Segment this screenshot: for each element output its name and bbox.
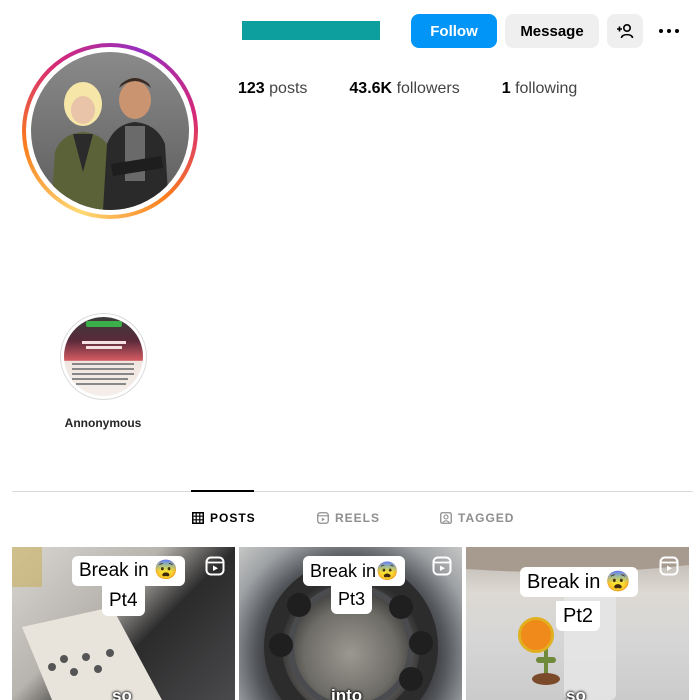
tab-reels-label: REELS — [335, 511, 381, 525]
suggest-users-button[interactable] — [607, 14, 643, 48]
post-caption-3: Break in 😨 — [520, 567, 638, 597]
story-highlight[interactable] — [60, 313, 147, 400]
following-stat[interactable]: 1 following — [502, 80, 578, 98]
add-user-icon — [617, 23, 634, 39]
reels-icon — [317, 512, 329, 524]
tab-tagged-label: TAGGED — [458, 511, 515, 525]
post-caption-1b: Pt4 — [102, 586, 145, 616]
post-bottom-text-1: so — [112, 686, 132, 700]
profile-divider — [12, 491, 693, 492]
more-options-icon[interactable] — [654, 22, 684, 40]
username-redacted — [242, 21, 380, 40]
tagged-icon — [440, 512, 452, 524]
post-bottom-text-3: so — [566, 686, 586, 700]
tab-posts-label: POSTS — [210, 511, 256, 525]
message-button[interactable]: Message — [505, 14, 599, 48]
post-thumbnail-1[interactable]: Break in 😨 Pt4 so — [12, 547, 235, 700]
post-caption-2b: Pt3 — [331, 584, 373, 614]
reel-icon — [432, 556, 452, 576]
followers-stat[interactable]: 43.6K followers — [349, 80, 459, 98]
highlight-label: Annonymous — [64, 416, 142, 430]
grid-icon — [192, 512, 204, 524]
post-bottom-text-2: into — [331, 686, 363, 700]
post-thumbnail-3[interactable]: Break in 😨 Pt2 so — [466, 547, 689, 700]
tab-posts[interactable]: POSTS — [192, 511, 256, 525]
follow-button[interactable]: Follow — [411, 14, 497, 48]
post-caption-3b: Pt2 — [556, 601, 601, 631]
post-caption-2: Break in😨 — [303, 556, 406, 586]
posts-stat: 123 posts — [238, 80, 308, 97]
reel-icon — [205, 556, 225, 576]
post-caption-1: Break in 😨 — [72, 556, 185, 586]
profile-photo — [31, 52, 189, 210]
profile-avatar[interactable] — [22, 43, 198, 219]
highlight-cover — [64, 317, 143, 396]
profile-stats: 123 posts 43.6K followers 1 following — [238, 80, 619, 98]
active-tab-indicator — [191, 490, 254, 492]
tab-reels[interactable]: REELS — [317, 511, 380, 525]
reel-icon — [659, 556, 679, 576]
sunflower-figure — [518, 617, 554, 653]
tab-tagged[interactable]: TAGGED — [440, 511, 514, 525]
profile-tabs: POSTS REELS TAGGED — [0, 511, 700, 529]
post-thumbnail-2[interactable]: Break in😨 Pt3 into — [239, 547, 462, 700]
